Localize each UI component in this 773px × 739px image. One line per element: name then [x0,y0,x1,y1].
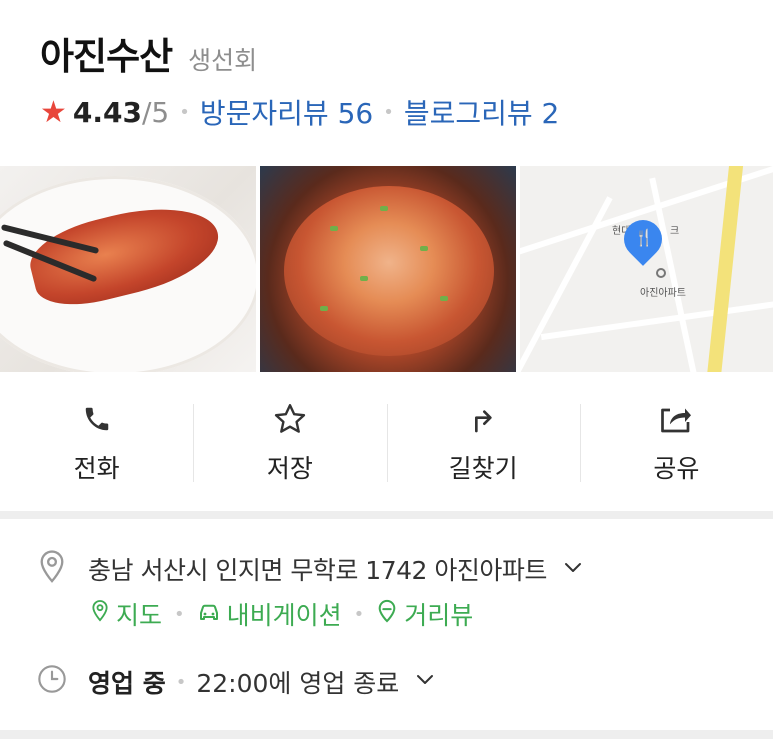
rating-score: 4.43 [72,95,142,129]
chevron-down-icon[interactable] [413,667,437,697]
share-button[interactable]: 공유 [579,372,773,511]
save-button[interactable]: 저장 [193,372,386,511]
separator-dot: • [383,101,394,123]
map-thumbnail[interactable]: 현대 크 🍴 아진아파트 [520,166,773,372]
garnish [330,226,338,231]
hours-status: 영업 중 [88,669,166,698]
place-category: 생선회 [188,46,258,75]
navigation-link[interactable]: 내비게이션 [197,596,342,632]
garnish [420,246,428,251]
navigation-link-label: 내비게이션 [226,601,342,630]
place-name[interactable]: 아진수산 [40,26,173,80]
directions-label: 길찾기 [448,453,518,483]
map-label-bottom: 아진아파트 [640,288,686,299]
photo-strip: 현대 크 🍴 아진아파트 [0,166,773,372]
rating-max: /5 [142,95,170,129]
chevron-down-icon[interactable] [561,555,585,583]
hours-text: 22:00에 영업 종료 [196,669,400,698]
garnish [380,206,388,211]
blog-review-link[interactable]: 블로그리뷰 2 [404,92,560,132]
hours-row[interactable]: 영업 중 • 22:00에 영업 종료 [36,662,437,702]
title-row: 아진수산 생선회 [40,26,559,82]
call-label: 전화 [73,453,120,483]
star-outline-icon [270,399,310,439]
call-button[interactable]: 전화 [0,372,193,511]
action-bar: 전화 저장 길찾기 공유 [0,372,773,511]
map-link-label: 지도 [116,601,163,630]
directions-button[interactable]: 길찾기 [386,372,580,511]
separator-dot: • [174,603,185,625]
garnish [440,296,448,301]
address-row[interactable]: 충남 서산시 인지면 무학로 1742 아진아파트 [36,549,585,589]
share-icon [656,399,696,439]
map-link[interactable]: 지도 [90,596,162,632]
place-header: 아진수산 생선회 ★ 4.43 /5 • 방문자리뷰 56 • 블로그리뷰 2 [40,26,559,166]
location-pin-icon [36,549,68,589]
streetview-link-label: 거리뷰 [404,601,474,630]
separator-dot: • [179,101,190,123]
photo-1[interactable] [0,166,256,372]
clock-icon [36,663,68,701]
map-label-right: 크 [670,226,680,237]
garnish [360,276,368,281]
directions-icon [463,399,503,439]
save-label: 저장 [266,453,313,483]
map-highway [706,166,744,372]
food-image [284,186,494,356]
address-text: 충남 서산시 인지면 무학로 1742 아진아파트 [88,556,547,585]
info-section: 충남 서산시 인지면 무학로 1742 아진아파트 지도 • 내비게이션 • 거… [0,519,773,730]
car-icon [197,600,221,629]
rating-star-icon: ★ [40,94,67,130]
garnish [320,306,328,311]
poi-circle-icon [656,268,666,278]
place-card: 아진수산 생선회 ★ 4.43 /5 • 방문자리뷰 56 • 블로그리뷰 2 [0,0,773,511]
separator-dot: • [175,671,187,693]
streetview-icon [376,599,398,629]
map-pin-icon [90,599,110,629]
restaurant-icon: 🍴 [634,228,654,247]
rating-row: ★ 4.43 /5 • 방문자리뷰 56 • 블로그리뷰 2 [40,92,559,132]
map-links-row: 지도 • 내비게이션 • 거리뷰 [90,595,473,633]
visitor-review-link[interactable]: 방문자리뷰 56 [200,92,373,132]
streetview-link[interactable]: 거리뷰 [376,596,473,632]
map-road [520,196,613,372]
separator-dot: • [353,603,365,625]
phone-icon [77,399,117,439]
map-road [540,297,773,341]
share-label: 공유 [653,453,700,483]
photo-2[interactable] [260,166,516,372]
